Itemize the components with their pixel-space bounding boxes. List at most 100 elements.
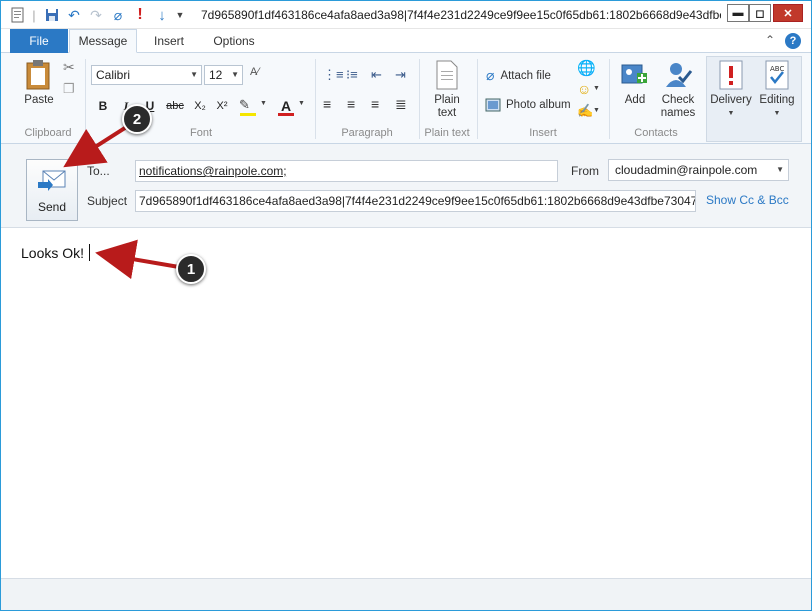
align-right-icon[interactable]: ≡ xyxy=(371,96,379,112)
customize-icon[interactable]: ▼ xyxy=(173,6,187,24)
delivery-button[interactable]: Delivery ▼ xyxy=(708,59,754,120)
help-icon[interactable]: ? xyxy=(785,33,801,49)
font-family-value: Calibri xyxy=(96,68,131,82)
font-color-bar xyxy=(278,113,294,116)
collapse-ribbon-icon[interactable]: ⌃ xyxy=(765,33,775,47)
maximize-button[interactable]: ◻ xyxy=(749,4,771,22)
numbered-list-icon[interactable]: ⋮≡ xyxy=(323,67,344,83)
to-recipient: notifications@rainpole.com; xyxy=(139,164,287,178)
chevron-down-icon[interactable]: ▼ xyxy=(593,85,600,92)
from-select[interactable]: cloudadmin@rainpole.com ▼ xyxy=(608,159,789,181)
title-bar: | ↶ ↷ ⌀ ! ↓ ▼ 7d965890f1df463186ce4afa8a… xyxy=(1,1,811,29)
chevron-down-icon: ▼ xyxy=(776,165,784,174)
highlighter-icon[interactable]: ✎ xyxy=(239,97,250,113)
document-icon xyxy=(436,60,458,90)
step-2-badge: 2 xyxy=(122,104,152,134)
chevron-down-icon[interactable]: ▼ xyxy=(593,107,600,114)
tab-options[interactable]: Options xyxy=(203,29,265,53)
check-names-icon xyxy=(666,63,693,87)
chevron-down-icon: ▼ xyxy=(231,70,239,79)
paste-label: Paste xyxy=(24,94,54,106)
subject-value: 7d965890f1df463186ce4afa8aed3a98|7f4f4e2… xyxy=(139,194,696,208)
align-center-icon[interactable]: ≡ xyxy=(347,96,355,112)
close-button[interactable]: ✕ xyxy=(773,4,803,22)
attach-file-button[interactable]: ⌀ Attach file xyxy=(486,67,551,84)
hyperlink-icon[interactable]: 🌐 xyxy=(577,59,596,77)
insert-group-label: Insert xyxy=(529,127,557,139)
ribbon-tabs: File Message Insert Options ⌃ ? xyxy=(1,29,811,53)
clipboard-icon xyxy=(26,60,50,90)
chevron-down-icon[interactable]: ▼ xyxy=(260,100,267,107)
contacts-group-label: Contacts xyxy=(634,127,678,139)
align-left-icon[interactable]: ≡ xyxy=(323,96,331,112)
to-button[interactable]: To... xyxy=(87,164,110,178)
save-icon[interactable] xyxy=(43,6,61,24)
font-size-select[interactable]: 12 ▼ xyxy=(204,65,243,85)
decrease-indent-icon[interactable]: ⇤ xyxy=(371,67,382,83)
ribbon-divider xyxy=(85,59,86,139)
justify-icon[interactable]: ≣ xyxy=(395,96,407,113)
to-field[interactable]: notifications@rainpole.com; xyxy=(135,160,558,182)
attach-icon[interactable]: ⌀ xyxy=(109,6,127,24)
font-family-select[interactable]: Calibri ▼ xyxy=(91,65,202,85)
editing-button[interactable]: ABC Editing ▼ xyxy=(754,59,800,120)
plain-text-group-label: Plain text xyxy=(424,127,470,139)
editing-label: Editing xyxy=(759,94,795,106)
ribbon-divider xyxy=(315,59,316,139)
add-contact-button[interactable]: Add xyxy=(616,59,654,107)
tab-file[interactable]: File xyxy=(10,29,68,53)
down-arrow-icon[interactable]: ↓ xyxy=(153,6,171,24)
subject-label: Subject xyxy=(87,194,128,208)
photo-album-icon xyxy=(485,98,501,112)
tab-insert[interactable]: Insert xyxy=(143,29,195,53)
step-1-badge: 1 xyxy=(176,254,206,284)
minimize-button[interactable]: ▬ xyxy=(727,4,749,22)
flag-icon xyxy=(719,60,743,90)
strikethrough-button[interactable]: abc xyxy=(162,97,188,115)
ribbon: Paste ✂ ❐ Clipboard Calibri ▼ 12 ▼ A⁄ B I … xyxy=(1,53,811,144)
undo-icon[interactable]: ↶ xyxy=(65,6,83,24)
from-label: From xyxy=(571,164,599,178)
copy-icon[interactable]: ❐ xyxy=(63,81,75,97)
paperclip-icon: ⌀ xyxy=(486,67,495,83)
status-bar xyxy=(1,578,811,610)
spellcheck-icon: ABC xyxy=(765,60,789,90)
paste-button[interactable]: Paste xyxy=(19,59,59,107)
cut-icon[interactable]: ✂ xyxy=(63,59,75,76)
bold-button[interactable]: B xyxy=(94,97,112,115)
photo-album-button[interactable]: Photo album xyxy=(485,97,571,113)
tab-message[interactable]: Message xyxy=(69,29,137,53)
subject-field[interactable]: 7d965890f1df463186ce4afa8aed3a98|7f4f4e2… xyxy=(135,190,696,212)
delivery-label: Delivery xyxy=(710,94,752,106)
attach-file-label: Attach file xyxy=(500,69,551,82)
clear-formatting-icon[interactable]: A⁄ xyxy=(250,66,259,78)
photo-album-label: Photo album xyxy=(506,99,571,111)
send-button[interactable]: Send xyxy=(26,159,78,221)
redo-icon[interactable]: ↷ xyxy=(87,6,105,24)
subscript-button[interactable]: X₂ xyxy=(190,97,210,115)
check-names-button[interactable]: Check names xyxy=(657,59,699,120)
superscript-button[interactable]: X² xyxy=(212,97,232,115)
mail-app-icon xyxy=(9,6,27,24)
bullet-list-icon[interactable]: ⁝≡ xyxy=(346,67,358,83)
highlight-color-bar xyxy=(240,113,256,116)
ribbon-divider xyxy=(419,59,420,139)
chevron-down-icon[interactable]: ▼ xyxy=(298,100,305,107)
plain-text-label: Plain text xyxy=(434,94,460,119)
check-names-label: Check names xyxy=(660,94,696,119)
message-body-text[interactable]: Looks Ok! xyxy=(21,244,91,261)
body-content: Looks Ok! xyxy=(21,245,85,261)
increase-indent-icon[interactable]: ⇥ xyxy=(395,67,406,83)
show-cc-bcc-link[interactable]: Show Cc & Bcc xyxy=(706,193,789,207)
emoticon-icon[interactable]: ☺ xyxy=(577,81,591,97)
plain-text-button[interactable]: Plain text xyxy=(427,59,467,120)
priority-icon[interactable]: ! xyxy=(131,6,149,24)
ribbon-divider xyxy=(477,59,478,139)
message-body[interactable]: Looks Ok! xyxy=(1,228,811,578)
add-contact-icon xyxy=(621,64,647,84)
paragraph-group-label: Paragraph xyxy=(341,127,393,139)
font-group-label: Font xyxy=(189,127,212,139)
clipboard-group-label: Clipboard xyxy=(24,127,72,139)
font-size-value: 12 xyxy=(209,68,223,82)
signature-icon[interactable]: ✍ xyxy=(577,103,593,119)
